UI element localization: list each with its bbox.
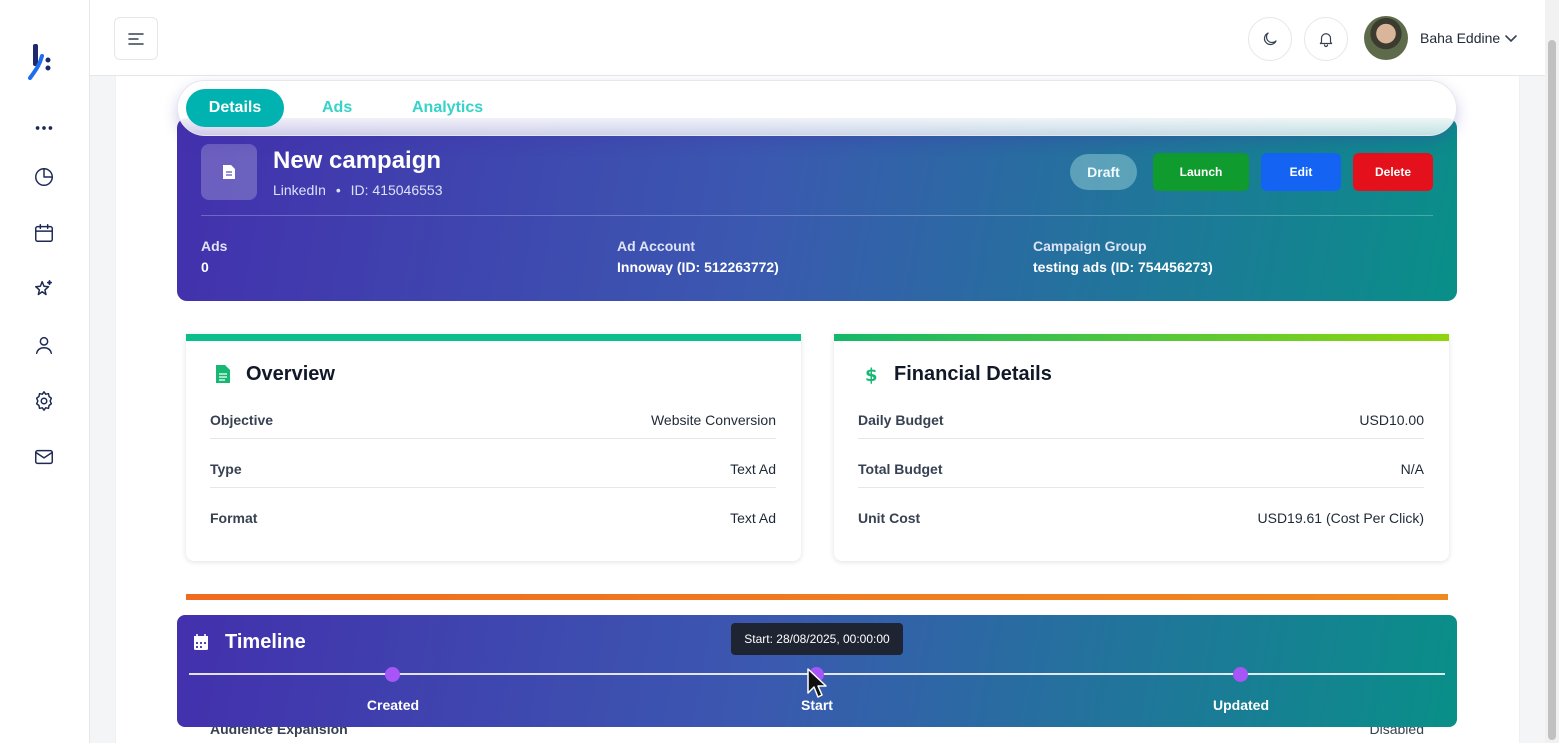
calendar-icon[interactable] <box>31 220 57 246</box>
sparkle-star-icon[interactable] <box>31 276 57 302</box>
dark-mode-toggle-button[interactable] <box>1248 17 1292 61</box>
ads-count-label: Ads <box>201 238 228 254</box>
row-value: N/A <box>1400 461 1424 477</box>
row-key: Type <box>210 461 242 477</box>
edit-button[interactable]: Edit <box>1261 153 1341 191</box>
separator-dot: • <box>335 182 341 198</box>
campaign-title: New campaign <box>273 147 442 174</box>
dollar-icon: $ <box>865 365 878 384</box>
timeline-point-updated[interactable] <box>1233 667 1248 682</box>
timeline-label-created: Created <box>366 697 420 713</box>
ads-count-value: 0 <box>201 259 209 275</box>
user-icon[interactable] <box>31 332 57 358</box>
tab-analytics[interactable]: Analytics <box>412 89 483 127</box>
financial-row: Daily Budget USD10.00 <box>858 412 1424 461</box>
campaign-group-value: testing ads (ID: 754456273) <box>1033 259 1213 275</box>
mouse-cursor-icon <box>807 668 827 698</box>
row-divider <box>210 438 776 439</box>
bell-icon <box>1319 33 1333 48</box>
document-icon <box>216 365 230 383</box>
row-value: Website Conversion <box>650 412 776 428</box>
notifications-button[interactable] <box>1304 17 1348 61</box>
overview-title: Overview <box>246 363 335 385</box>
row-divider <box>210 487 776 488</box>
more-icon[interactable] <box>31 115 57 141</box>
settings-gear-icon[interactable] <box>31 388 57 414</box>
ad-account-value: Innoway (ID: 512263772) <box>617 259 779 275</box>
top-header: Baha Eddine <box>90 0 1545 76</box>
row-key: Objective <box>210 412 274 428</box>
overview-row: Format Text Ad <box>210 510 776 559</box>
user-name[interactable]: Baha Eddine <box>1420 30 1500 46</box>
overview-accent-bar <box>186 334 801 341</box>
campaign-group-label: Campaign Group <box>1033 238 1147 254</box>
financial-title: Financial Details <box>894 363 1052 385</box>
overview-row: Type Text Ad <box>210 461 776 510</box>
row-divider <box>858 438 1424 439</box>
row-value: Text Ad <box>730 461 776 477</box>
row-divider <box>858 487 1424 488</box>
document-icon <box>201 144 257 200</box>
brand-logo-icon[interactable] <box>28 44 56 80</box>
mail-icon[interactable] <box>31 444 57 470</box>
row-key: Unit Cost <box>858 510 921 526</box>
sidebar <box>0 0 90 743</box>
financial-row: Total Budget N/A <box>858 461 1424 510</box>
status-badge: Draft <box>1070 154 1137 190</box>
svg-text:$: $ <box>865 365 878 384</box>
calendar-icon <box>194 634 208 650</box>
row-value: USD19.61 (Cost Per Click) <box>1257 510 1425 526</box>
menu-toggle-button[interactable] <box>114 17 158 60</box>
divider <box>201 215 1433 216</box>
campaign-subtitle: LinkedIn • ID: 415046553 <box>273 182 442 198</box>
delete-button[interactable]: Delete <box>1353 153 1433 191</box>
row-key: Total Budget <box>858 461 943 477</box>
moon-icon <box>1263 32 1277 46</box>
scrollbar[interactable] <box>1545 0 1559 743</box>
timeline-point-created[interactable] <box>385 667 400 682</box>
tab-ads[interactable]: Ads <box>322 89 352 127</box>
row-key: Daily Budget <box>858 412 944 428</box>
tab-details[interactable]: Details <box>186 89 284 127</box>
campaign-platform: LinkedIn <box>273 182 326 198</box>
timeline-title: Timeline <box>225 631 306 653</box>
pie-chart-icon[interactable] <box>31 164 57 190</box>
avatar[interactable] <box>1364 16 1408 60</box>
launch-button[interactable]: Launch <box>1153 153 1249 191</box>
financial-row: Unit Cost USD19.61 (Cost Per Click) <box>858 510 1424 559</box>
timeline-label-updated: Updated <box>1213 697 1269 713</box>
row-value: USD10.00 <box>1359 412 1424 428</box>
campaign-header-card: New campaign LinkedIn • ID: 415046553 Dr… <box>177 118 1457 301</box>
financial-details-card: $ Financial Details Daily Budget USD10.0… <box>834 334 1449 561</box>
ad-account-label: Ad Account <box>617 238 696 254</box>
timeline-tooltip: Start: 28/08/2025, 00:00:00 <box>731 623 903 655</box>
row-key: Format <box>210 510 258 526</box>
row-value: Text Ad <box>730 510 776 526</box>
menu-icon <box>128 32 144 45</box>
scrollbar-thumb[interactable] <box>1548 40 1556 740</box>
overview-row: Objective Website Conversion <box>210 412 776 461</box>
chevron-down-icon[interactable] <box>1504 32 1518 46</box>
targeting-accent-bar <box>186 594 1448 600</box>
campaign-id: ID: 415046553 <box>350 182 443 198</box>
financial-accent-bar <box>834 334 1449 341</box>
overview-card: Overview Objective Website Conversion Ty… <box>186 334 801 561</box>
campaign-tabs: Details Ads Analytics <box>177 80 1457 136</box>
